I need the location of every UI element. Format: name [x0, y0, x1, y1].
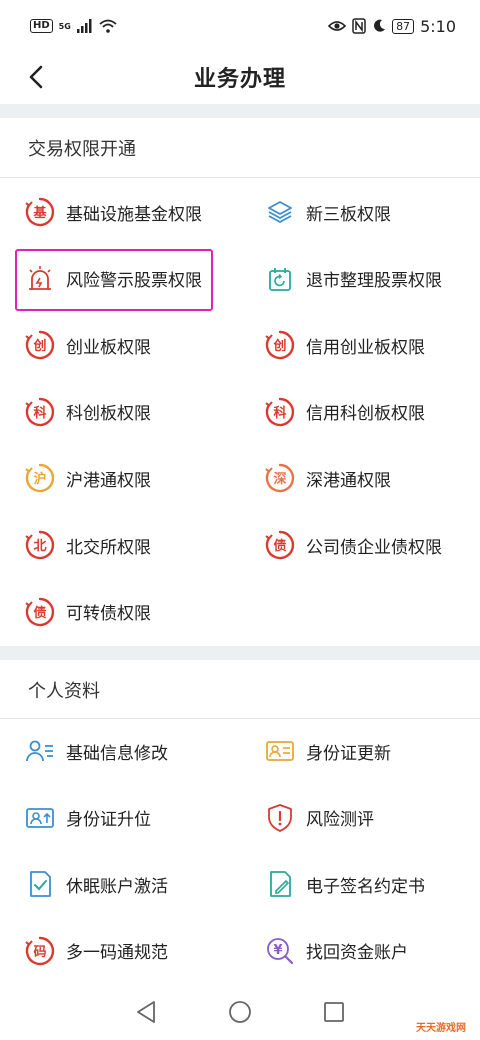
divider — [0, 177, 480, 178]
ma-badge-icon: 码 — [24, 935, 56, 967]
menu-item[interactable]: 风险警示股票权限 — [24, 253, 224, 305]
nav-home-icon[interactable] — [228, 1000, 252, 1024]
menu-item[interactable]: 身份证更新 — [264, 725, 464, 777]
battery-level: 87 — [392, 18, 415, 34]
svg-text:科: 科 — [33, 405, 46, 421]
menu-item[interactable]: 退市整理股票权限 — [264, 253, 464, 305]
nav-back-icon[interactable] — [135, 1000, 157, 1024]
menu-item[interactable]: 创 创业板权限 — [24, 319, 224, 371]
svg-text:¥: ¥ — [273, 943, 282, 958]
menu-item-label: 找回资金账户 — [306, 943, 408, 964]
chuang-badge-icon: 创 — [24, 329, 56, 361]
section-title-trading: 交易权限开通 — [28, 139, 136, 160]
header-bar: 业务办理 — [0, 52, 480, 102]
menu-item[interactable]: 科 科创板权限 — [24, 386, 224, 438]
nav-recent-icon[interactable] — [323, 1001, 345, 1023]
svg-text:债: 债 — [33, 605, 46, 621]
menu-item-label: 休眠账户激活 — [66, 876, 168, 897]
menu-item-label: 创业板权限 — [66, 337, 151, 358]
svg-text:北: 北 — [33, 539, 46, 554]
doc-check-icon — [24, 868, 56, 900]
menu-item[interactable]: 电子签名约定书 — [264, 858, 464, 910]
page-title: 业务办理 — [193, 67, 286, 92]
layers-icon — [264, 196, 296, 228]
menu-item[interactable]: 休眠账户激活 — [24, 858, 224, 910]
calendar-refresh-icon — [264, 263, 296, 295]
menu-item-label: 新三板权限 — [306, 204, 391, 225]
svg-text:科: 科 — [273, 405, 286, 421]
signal-label: 5G — [58, 21, 71, 31]
nfc-icon — [352, 18, 366, 34]
menu-item-label: 多一码通规范 — [66, 943, 168, 964]
menu-item-label: 沪港通权限 — [66, 470, 151, 491]
menu-item[interactable]: 债 公司债企业债权限 — [264, 519, 464, 571]
hd-icon: HD — [30, 19, 53, 33]
yuan-search-icon: ¥ — [264, 935, 296, 967]
menu-item-label: 身份证升位 — [66, 810, 151, 831]
alarm-light-icon — [24, 263, 56, 295]
back-arrow-icon[interactable] — [20, 60, 54, 94]
system-nav-bar — [0, 984, 480, 1040]
menu-item-label: 身份证更新 — [306, 743, 391, 764]
svg-text:沪: 沪 — [33, 471, 46, 487]
section-gap — [0, 104, 480, 118]
zhai-badge-icon: 债 — [264, 529, 296, 561]
menu-item-label: 信用创业板权限 — [306, 337, 425, 358]
menu-item-label: 电子签名约定书 — [306, 876, 425, 897]
clock-time: 5:10 — [420, 16, 456, 36]
watermark-logo: 天天游戏网 — [416, 1023, 466, 1034]
menu-item-label: 深港通权限 — [306, 470, 391, 491]
menu-item[interactable]: 新三板权限 — [264, 186, 464, 238]
shen-badge-icon: 深 — [264, 462, 296, 494]
svg-text:基: 基 — [32, 205, 47, 221]
hu-badge-icon: 沪 — [24, 462, 56, 494]
ke-badge-icon: 科 — [264, 396, 296, 428]
menu-item-label: 基础信息修改 — [66, 743, 168, 764]
divider — [0, 718, 480, 719]
menu-item-label: 信用科创板权限 — [306, 404, 425, 425]
shield-alert-icon — [264, 802, 296, 834]
menu-item-label: 北交所权限 — [66, 537, 151, 558]
menu-item-label: 退市整理股票权限 — [306, 271, 442, 292]
ke-badge-icon: 科 — [24, 396, 56, 428]
svg-text:创: 创 — [32, 338, 46, 354]
menu-item-label: 可转债权限 — [66, 604, 151, 625]
status-bar: HD 5G 87 5:10 — [0, 0, 480, 52]
menu-item[interactable]: 深 深港通权限 — [264, 452, 464, 504]
svg-text:深: 深 — [273, 471, 286, 487]
eye-icon — [328, 21, 347, 31]
id-card-icon — [264, 735, 296, 767]
id-card-upgrade-icon — [24, 802, 56, 834]
menu-item-label: 风险测评 — [306, 810, 374, 831]
menu-item[interactable]: 科 信用科创板权限 — [264, 386, 464, 438]
menu-item-label: 风险警示股票权限 — [66, 271, 202, 292]
wifi-icon — [99, 19, 117, 33]
zhai-badge-icon: 债 — [24, 596, 56, 628]
menu-item[interactable]: 创 信用创业板权限 — [264, 319, 464, 371]
menu-item[interactable]: ¥ 找回资金账户 — [264, 925, 464, 977]
menu-item-label: 公司债企业债权限 — [306, 537, 442, 558]
signal-icon — [76, 19, 92, 33]
menu-item[interactable]: 风险测评 — [264, 792, 464, 844]
section-gap — [0, 646, 480, 660]
menu-item[interactable]: 码 多一码通规范 — [24, 925, 224, 977]
menu-item[interactable]: 沪 沪港通权限 — [24, 452, 224, 504]
svg-text:债: 债 — [273, 538, 286, 554]
user-list-icon — [24, 735, 56, 767]
menu-item-label: 科创板权限 — [66, 404, 151, 425]
menu-item[interactable]: 身份证升位 — [24, 792, 224, 844]
jichu-badge-icon: 基 — [24, 196, 56, 228]
menu-item-label: 基础设施基金权限 — [66, 204, 202, 225]
menu-item[interactable]: 基础信息修改 — [24, 725, 224, 777]
doc-sign-icon — [264, 868, 296, 900]
menu-item[interactable]: 基 基础设施基金权限 — [24, 186, 224, 238]
svg-text:创: 创 — [272, 338, 286, 354]
menu-item[interactable]: 债 可转债权限 — [24, 586, 224, 638]
section-title-personal: 个人资料 — [28, 681, 100, 702]
chuang-badge-icon: 创 — [264, 329, 296, 361]
bei-badge-icon: 北 — [24, 529, 56, 561]
svg-text:码: 码 — [33, 945, 46, 960]
moon-icon — [374, 19, 386, 32]
menu-item[interactable]: 北 北交所权限 — [24, 519, 224, 571]
